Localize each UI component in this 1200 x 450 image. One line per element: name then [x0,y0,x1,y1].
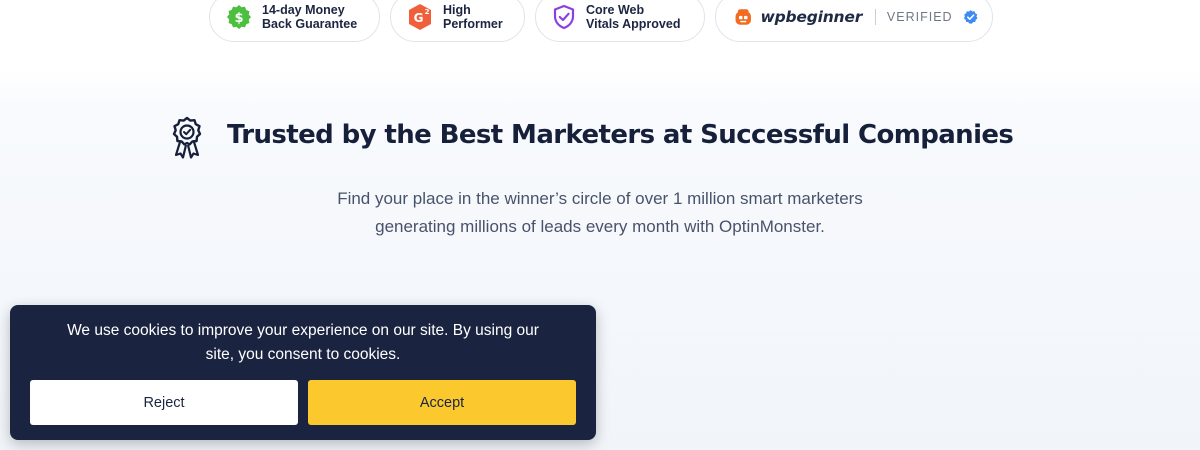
dollar-icon: $ [227,5,251,29]
money-back-label: 14-day Money Back Guarantee [262,3,358,31]
trust-heading-block: Trusted by the Best Marketers at Success… [0,116,1200,162]
trust-heading: Trusted by the Best Marketers at Success… [227,120,1014,150]
wpbeginner-logo-icon [735,9,751,25]
money-back-badge: $ 14-day Money Back Guarantee [209,0,380,42]
wpbeginner-wordmark: wpbeginner [760,8,863,26]
award-ribbon-icon [172,116,202,159]
badge-divider [875,9,876,25]
svg-text:2: 2 [425,8,430,16]
core-web-vitals-badge: Core Web Vitals Approved [535,0,705,42]
svg-text:$: $ [234,11,243,26]
trust-badges-row: $ 14-day Money Back Guarantee G 2 High Per… [0,0,1200,42]
high-performer-badge: G 2 High Performer [390,0,525,42]
trust-subtitle: Find your place in the winner’s circle o… [337,189,863,236]
reject-cookies-button[interactable]: Reject [30,380,298,425]
svg-text:G: G [414,11,424,25]
verified-check-icon [963,10,978,24]
high-performer-label: High Performer [443,3,503,31]
cookie-consent-banner: We use cookies to improve your experienc… [10,305,596,440]
core-web-vitals-label: Core Web Vitals Approved [586,3,681,31]
shield-check-icon [553,4,575,30]
verified-label: VERIFIED [886,10,953,24]
cookie-message: We use cookies to improve your experienc… [67,322,539,363]
wpbeginner-verified-badge: wpbeginner VERIFIED [715,0,993,42]
accept-cookies-button[interactable]: Accept [308,380,576,425]
g2-icon: G 2 [409,4,431,30]
